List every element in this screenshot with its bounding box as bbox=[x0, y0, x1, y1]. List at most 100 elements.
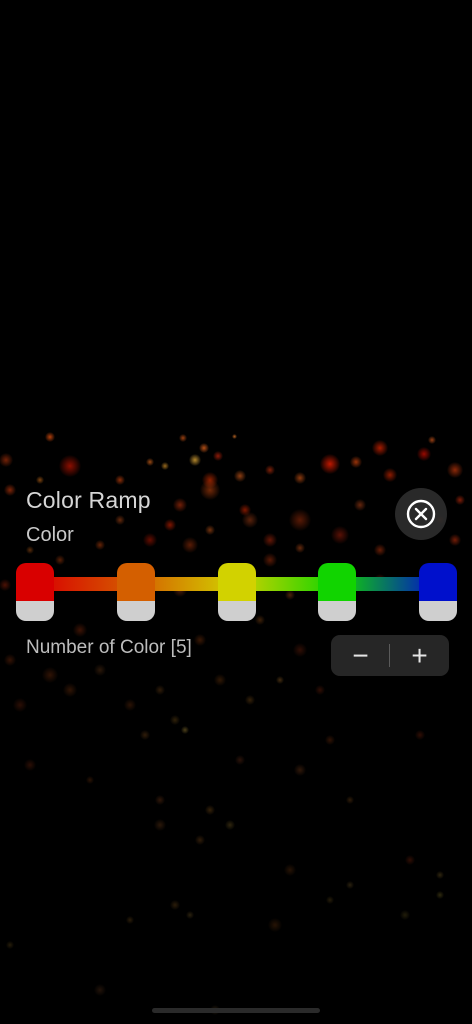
particle-dot bbox=[276, 676, 284, 684]
particle-dot bbox=[242, 512, 258, 528]
particle-dot bbox=[24, 759, 36, 771]
particle-dot bbox=[186, 911, 194, 919]
particle-dot bbox=[294, 472, 306, 484]
color-stop[interactable] bbox=[318, 563, 357, 621]
particle-dot bbox=[95, 540, 105, 550]
particle-dot bbox=[13, 698, 27, 712]
color-stop-handle[interactable] bbox=[318, 601, 357, 621]
particle-dot bbox=[6, 941, 14, 949]
color-count-stepper[interactable]: − + bbox=[331, 635, 449, 676]
color-stop-handle[interactable] bbox=[217, 601, 256, 621]
particle-dot bbox=[325, 735, 335, 745]
particle-dot bbox=[170, 715, 180, 725]
particle-dot bbox=[26, 546, 34, 554]
particle-dot bbox=[354, 499, 366, 511]
color-ramp[interactable] bbox=[16, 563, 457, 621]
particle-dot bbox=[182, 537, 198, 553]
particle-dot bbox=[181, 726, 189, 734]
increment-button[interactable]: + bbox=[390, 635, 449, 676]
particle-dot bbox=[346, 881, 354, 889]
particle-dot bbox=[194, 634, 206, 646]
particle-dot bbox=[189, 454, 201, 466]
color-section-label: Color bbox=[26, 524, 74, 546]
particle-dot bbox=[0, 579, 11, 591]
particle-dot bbox=[372, 440, 388, 456]
color-stop-handle[interactable] bbox=[419, 601, 457, 621]
particle-dot bbox=[245, 695, 255, 705]
particle-dot bbox=[284, 864, 296, 876]
particle-dot bbox=[315, 685, 325, 695]
particle-dot bbox=[126, 916, 134, 924]
particle-dot bbox=[289, 509, 311, 531]
particle-dot bbox=[42, 667, 58, 683]
particle-dot bbox=[63, 683, 77, 697]
particle-dot bbox=[295, 543, 305, 553]
particle-dot bbox=[405, 855, 415, 865]
decrement-button[interactable]: − bbox=[331, 635, 390, 676]
particle-dot bbox=[455, 495, 465, 505]
color-stop-swatch bbox=[16, 563, 54, 601]
color-stop[interactable] bbox=[217, 563, 256, 621]
color-stop-swatch bbox=[419, 563, 457, 601]
particle-dot bbox=[383, 468, 397, 482]
particle-dot bbox=[173, 498, 187, 512]
particle-dot bbox=[225, 820, 235, 830]
particle-dot bbox=[213, 451, 223, 461]
particle-dot bbox=[94, 664, 106, 676]
particle-dot bbox=[415, 730, 425, 740]
particle-dot bbox=[346, 796, 354, 804]
particle-dot bbox=[179, 434, 187, 442]
particle-dot bbox=[436, 871, 444, 879]
particle-dot bbox=[374, 544, 386, 556]
particle-dot bbox=[86, 776, 94, 784]
particle-dot bbox=[331, 526, 349, 544]
particle-dot bbox=[214, 674, 226, 686]
particle-dot bbox=[234, 470, 246, 482]
particle-dot bbox=[140, 730, 150, 740]
number-of-color-label: Number of Color [5] bbox=[26, 637, 192, 658]
particle-dot bbox=[0, 453, 13, 467]
particle-dot bbox=[268, 918, 282, 932]
screen: Color Ramp Color Number of Color [5] − + bbox=[0, 0, 472, 1024]
particle-dot bbox=[146, 458, 154, 466]
particle-dot bbox=[154, 819, 166, 831]
particle-dot bbox=[293, 643, 307, 657]
particle-dot bbox=[161, 462, 169, 470]
particle-dot bbox=[350, 456, 362, 468]
particle-dot bbox=[170, 900, 180, 910]
particle-dot bbox=[436, 891, 444, 899]
color-stop[interactable] bbox=[16, 563, 54, 621]
particle-dot bbox=[4, 484, 16, 496]
color-stop-handle[interactable] bbox=[116, 601, 155, 621]
color-stop-swatch bbox=[217, 563, 256, 601]
particle-dot bbox=[115, 515, 125, 525]
particle-dot bbox=[143, 533, 157, 547]
particle-dot bbox=[45, 432, 55, 442]
particle-dot bbox=[326, 896, 334, 904]
particle-dot bbox=[115, 475, 125, 485]
particle-dot bbox=[428, 436, 436, 444]
color-stop[interactable] bbox=[116, 563, 155, 621]
particle-dot bbox=[200, 480, 220, 500]
color-stop[interactable] bbox=[419, 563, 457, 621]
close-button[interactable] bbox=[395, 488, 447, 540]
particle-dot bbox=[205, 805, 215, 815]
particle-dot bbox=[195, 835, 205, 845]
particle-dot bbox=[231, 433, 237, 439]
home-indicator bbox=[152, 1008, 320, 1013]
particle-dot bbox=[447, 462, 463, 478]
particle-dot bbox=[155, 685, 165, 695]
particle-dot bbox=[36, 476, 44, 484]
particle-dot bbox=[94, 984, 106, 996]
color-stop-swatch bbox=[116, 563, 155, 601]
particle-dot bbox=[164, 519, 176, 531]
particle-dot bbox=[294, 764, 306, 776]
color-stop-handle[interactable] bbox=[16, 601, 54, 621]
particle-dot bbox=[59, 455, 81, 477]
close-circle-icon bbox=[406, 499, 436, 529]
particle-dot bbox=[205, 525, 215, 535]
particle-dot bbox=[199, 443, 209, 453]
color-stop-swatch bbox=[318, 563, 357, 601]
particle-dot bbox=[4, 654, 16, 666]
particle-dot bbox=[449, 534, 461, 546]
